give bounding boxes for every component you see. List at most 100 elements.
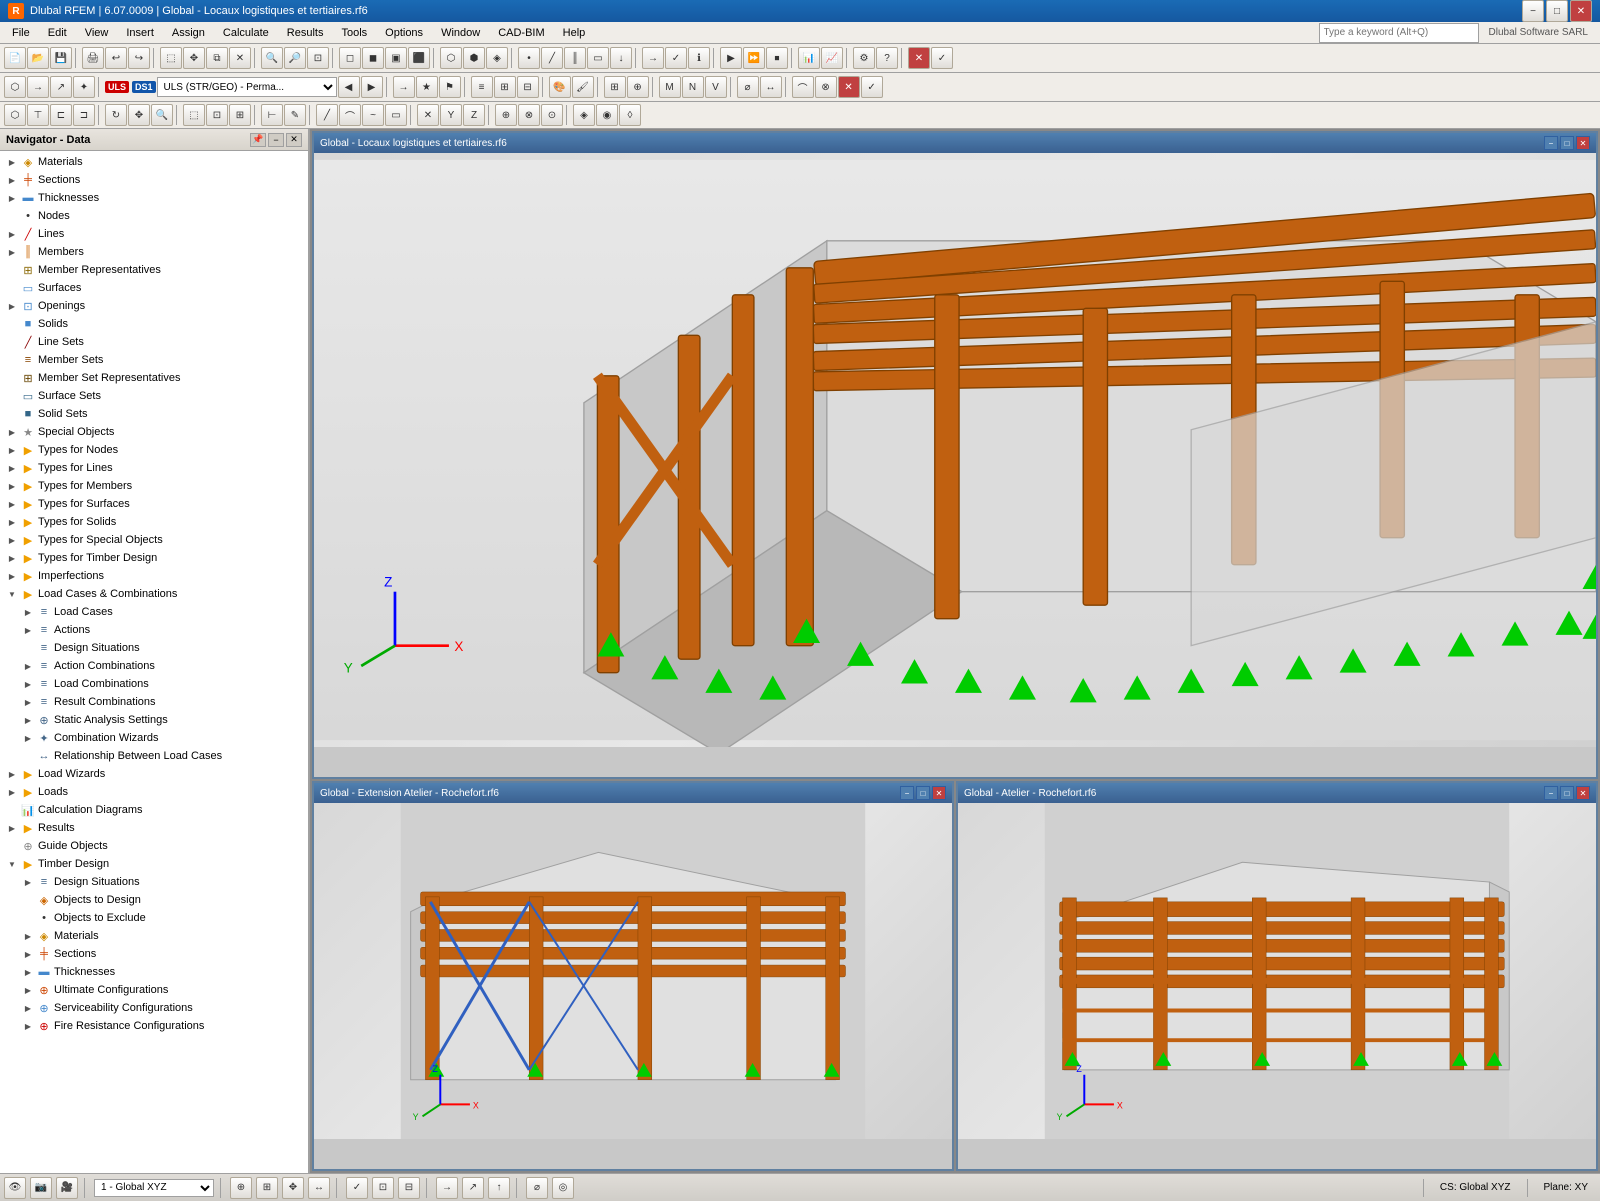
tb2-dim2[interactable]: ↔ bbox=[760, 76, 782, 98]
tb2-btn4[interactable]: ✦ bbox=[73, 76, 95, 98]
status-video[interactable]: 🎥 bbox=[56, 1177, 78, 1199]
tb2-scale1[interactable]: ≡ bbox=[471, 76, 493, 98]
tb-select[interactable]: ⬚ bbox=[160, 47, 182, 69]
tree-toggle-actions[interactable]: ▶ bbox=[20, 622, 36, 638]
tree-item-materials[interactable]: ▶◈Materials bbox=[0, 153, 308, 171]
tb-move[interactable]: ✥ bbox=[183, 47, 205, 69]
tb-x[interactable]: ✕ bbox=[908, 47, 930, 69]
tb-results1[interactable]: 📊 bbox=[798, 47, 820, 69]
tb3-select1[interactable]: ⬚ bbox=[183, 104, 205, 126]
tree-item-load-cases-comb[interactable]: ▼▶Load Cases & Combinations bbox=[0, 585, 308, 603]
tb2-star[interactable]: ★ bbox=[416, 76, 438, 98]
tb-settings[interactable]: ⚙ bbox=[853, 47, 875, 69]
vp-bl-maximize[interactable]: □ bbox=[916, 786, 930, 800]
tree-item-types-solids[interactable]: ▶▶Types for Solids bbox=[0, 513, 308, 531]
tb2-flag[interactable]: ⚑ bbox=[439, 76, 461, 98]
tree-toggle-openings[interactable]: ▶ bbox=[4, 298, 20, 314]
tb-render1[interactable]: ◻ bbox=[339, 47, 361, 69]
vp-br-close[interactable]: ✕ bbox=[1576, 786, 1590, 800]
tree-toggle-results[interactable]: ▶ bbox=[4, 820, 20, 836]
tree-toggle-static-analysis[interactable]: ▶ bbox=[20, 712, 36, 728]
tree-toggle-special-objects[interactable]: ▶ bbox=[4, 424, 20, 440]
vp-bl-close[interactable]: ✕ bbox=[932, 786, 946, 800]
tree-item-relationship-load[interactable]: ↔Relationship Between Load Cases bbox=[0, 747, 308, 765]
tb3-extra1[interactable]: ◈ bbox=[573, 104, 595, 126]
tree-item-loads[interactable]: ▶▶Loads bbox=[0, 783, 308, 801]
tb-calc2[interactable]: ⏩ bbox=[743, 47, 765, 69]
tree-toggle-members[interactable]: ▶ bbox=[4, 244, 20, 260]
tree-toggle-loads[interactable]: ▶ bbox=[4, 784, 20, 800]
tree-item-nodes[interactable]: •Nodes bbox=[0, 207, 308, 225]
tb3-front[interactable]: ⊏ bbox=[50, 104, 72, 126]
menu-edit[interactable]: Edit bbox=[40, 25, 75, 41]
tb3-rect[interactable]: ▭ bbox=[385, 104, 407, 126]
menu-calculate[interactable]: Calculate bbox=[215, 25, 277, 41]
tree-toggle-types-special[interactable]: ▶ bbox=[4, 532, 20, 548]
window-maximize-btn[interactable]: □ bbox=[1546, 0, 1568, 22]
tree-toggle-types-surfaces[interactable]: ▶ bbox=[4, 496, 20, 512]
tree-item-member-sets[interactable]: ≡Member Sets bbox=[0, 351, 308, 369]
tree-item-combination-wizards[interactable]: ▶✦Combination Wizards bbox=[0, 729, 308, 747]
tree-item-lines[interactable]: ▶╱Lines bbox=[0, 225, 308, 243]
tb2-m1[interactable]: M bbox=[659, 76, 681, 98]
status-btn9[interactable]: ↗ bbox=[462, 1177, 484, 1199]
tree-toggle-thicknesses[interactable]: ▶ bbox=[4, 190, 20, 206]
vp-bl-minimize[interactable]: − bbox=[900, 786, 914, 800]
tb-results2[interactable]: 📈 bbox=[821, 47, 843, 69]
tb-zoom-out[interactable]: 🔎 bbox=[284, 47, 306, 69]
tb3-top[interactable]: ⊤ bbox=[27, 104, 49, 126]
tb3-extra3[interactable]: ◊ bbox=[619, 104, 641, 126]
tb-delete[interactable]: ✕ bbox=[229, 47, 251, 69]
tb-accept[interactable]: ✓ bbox=[931, 47, 953, 69]
tb-info[interactable]: ℹ bbox=[688, 47, 710, 69]
tree-toggle-lines[interactable]: ▶ bbox=[4, 226, 20, 242]
tb3-y[interactable]: Y bbox=[440, 104, 462, 126]
tree-item-action-combinations[interactable]: ▶≡Action Combinations bbox=[0, 657, 308, 675]
tb-load[interactable]: ↓ bbox=[610, 47, 632, 69]
vp-top-minimize[interactable]: − bbox=[1544, 136, 1558, 150]
vp-br-controls[interactable]: − □ ✕ bbox=[1544, 786, 1590, 800]
tree-item-td-objects-exclude[interactable]: •Objects to Exclude bbox=[0, 909, 308, 927]
status-btn6[interactable]: ⊡ bbox=[372, 1177, 394, 1199]
tb3-snap2[interactable]: ⊗ bbox=[518, 104, 540, 126]
tree-item-solids[interactable]: ■Solids bbox=[0, 315, 308, 333]
menu-results[interactable]: Results bbox=[279, 25, 332, 41]
tb2-scale2[interactable]: ⊞ bbox=[494, 76, 516, 98]
tree-toggle-load-cases-comb[interactable]: ▼ bbox=[4, 586, 20, 602]
tb3-extra2[interactable]: ◉ bbox=[596, 104, 618, 126]
tree-item-sections[interactable]: ▶╪Sections bbox=[0, 171, 308, 189]
tb2-accept2[interactable]: ✓ bbox=[861, 76, 883, 98]
tree-item-openings[interactable]: ▶⊡Openings bbox=[0, 297, 308, 315]
tree-item-result-combinations[interactable]: ▶≡Result Combinations bbox=[0, 693, 308, 711]
coord-system-select[interactable]: 1 - Global XYZ bbox=[94, 1179, 214, 1197]
menu-help[interactable]: Help bbox=[555, 25, 594, 41]
tree-item-calc-diagrams[interactable]: 📊Calculation Diagrams bbox=[0, 801, 308, 819]
tree-toggle-load-combinations[interactable]: ▶ bbox=[20, 676, 36, 692]
tb3-pan[interactable]: ✥ bbox=[128, 104, 150, 126]
tree-item-td-thicknesses[interactable]: ▶▬Thicknesses bbox=[0, 963, 308, 981]
tree-item-results[interactable]: ▶▶Results bbox=[0, 819, 308, 837]
tree-toggle-td-design-situations[interactable]: ▶ bbox=[20, 874, 36, 890]
tree-item-load-cases[interactable]: ▶≡Load Cases bbox=[0, 603, 308, 621]
tb3-side[interactable]: ⊐ bbox=[73, 104, 95, 126]
navigator-tree[interactable]: ▶◈Materials▶╪Sections ▶▬Thicknesses •Node… bbox=[0, 151, 308, 1173]
menu-tools[interactable]: Tools bbox=[333, 25, 375, 41]
tb-view3[interactable]: ◈ bbox=[486, 47, 508, 69]
tb2-deform[interactable]: ⌒ bbox=[792, 76, 814, 98]
tb3-z[interactable]: Z bbox=[463, 104, 485, 126]
tb3-snap1[interactable]: ⊕ bbox=[495, 104, 517, 126]
tb3-select2[interactable]: ⊡ bbox=[206, 104, 228, 126]
tree-item-design-situations[interactable]: ≡Design Situations bbox=[0, 639, 308, 657]
menu-cad-bim[interactable]: CAD-BIM bbox=[490, 25, 552, 41]
tree-toggle-load-wizards[interactable]: ▶ bbox=[4, 766, 20, 782]
tree-item-types-special[interactable]: ▶▶Types for Special Objects bbox=[0, 531, 308, 549]
tb-copy[interactable]: ⧉ bbox=[206, 47, 228, 69]
nav-close-btn[interactable]: ✕ bbox=[286, 133, 302, 147]
tree-toggle-td-ultimate[interactable]: ▶ bbox=[20, 982, 36, 998]
tb-line[interactable]: ╱ bbox=[541, 47, 563, 69]
tree-toggle-td-thicknesses[interactable]: ▶ bbox=[20, 964, 36, 980]
tb2-btn3[interactable]: ↗ bbox=[50, 76, 72, 98]
tb3-x[interactable]: ✕ bbox=[417, 104, 439, 126]
tb-new[interactable]: 📄 bbox=[4, 47, 26, 69]
tb2-btn2[interactable]: → bbox=[27, 76, 49, 98]
